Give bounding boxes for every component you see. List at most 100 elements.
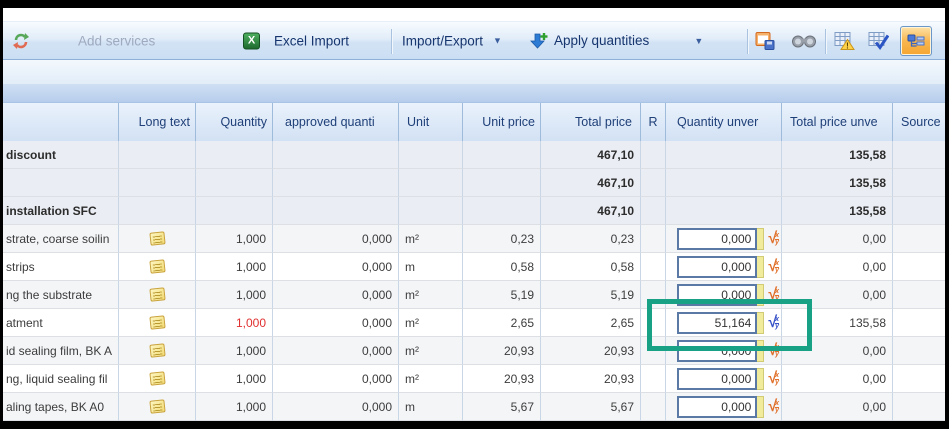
excel-icon: X bbox=[243, 32, 260, 49]
cell-approved-quantity: 0,000 bbox=[273, 253, 399, 281]
apply-quantities-icon bbox=[530, 32, 548, 50]
quantity-unverified-input[interactable]: 0,000 bbox=[677, 368, 757, 390]
apply-quantities-button[interactable]: Apply quantities ▼ bbox=[530, 32, 703, 50]
add-services-button[interactable]: Add services bbox=[78, 33, 155, 48]
apply-quantities-label: Apply quantities bbox=[554, 33, 649, 48]
long-text-note-icon[interactable] bbox=[149, 231, 165, 245]
cell-approved-quantity bbox=[273, 141, 399, 169]
long-text-note-icon[interactable] bbox=[149, 371, 165, 385]
column-header-total-price-unverified[interactable]: Total price unve bbox=[782, 103, 893, 141]
toolbar-separator bbox=[391, 29, 392, 54]
cell-long-text bbox=[119, 393, 196, 421]
cell-approved-quantity bbox=[273, 169, 399, 197]
column-header-total-price[interactable]: Total price bbox=[541, 103, 641, 141]
input-marker-strip bbox=[757, 368, 764, 390]
column-header-source[interactable]: Source bbox=[893, 103, 945, 141]
cell-source bbox=[893, 393, 945, 421]
cell-description: atment bbox=[3, 309, 119, 337]
formula-icon[interactable]: √xy bbox=[768, 372, 779, 386]
cell-total-price-unverified: 0,00 bbox=[782, 225, 893, 253]
cell-long-text bbox=[119, 197, 196, 225]
cell-long-text bbox=[119, 253, 196, 281]
refresh-button[interactable] bbox=[12, 32, 30, 50]
cell-source bbox=[893, 197, 945, 225]
cell-total-price: 467,10 bbox=[541, 141, 641, 169]
excel-import-button[interactable]: X Excel Import bbox=[243, 32, 349, 49]
input-marker-strip bbox=[757, 396, 764, 418]
cell-description: discount bbox=[3, 141, 119, 169]
group-header-band bbox=[3, 84, 945, 103]
formula-icon[interactable]: √xy bbox=[768, 260, 779, 274]
input-marker-strip bbox=[757, 228, 764, 250]
cell-quantity-unverified: √xy bbox=[666, 197, 782, 225]
cell-total-price-unverified: 0,00 bbox=[782, 365, 893, 393]
long-text-note-icon[interactable] bbox=[149, 287, 165, 301]
column-header-description[interactable] bbox=[3, 103, 119, 141]
refresh-icon bbox=[12, 32, 30, 50]
import-export-menu[interactable]: Import/Export ▼ bbox=[402, 33, 502, 48]
column-header-quantity[interactable]: Quantity bbox=[196, 103, 273, 141]
cell-unit-price bbox=[463, 197, 541, 225]
cell-unit: m² bbox=[399, 309, 463, 337]
column-header-long-text[interactable]: Long text bbox=[119, 103, 196, 141]
cell-total-price-unverified: 135,58 bbox=[782, 169, 893, 197]
import-export-label: Import/Export bbox=[402, 33, 483, 48]
quantity-unverified-input[interactable]: 0,000 bbox=[677, 228, 757, 250]
column-header-r[interactable]: R bbox=[641, 103, 666, 141]
quantity-unverified-group: 0,000 √xy bbox=[666, 368, 781, 390]
long-text-note-icon[interactable] bbox=[149, 399, 165, 413]
cell-quantity: 1,000 bbox=[196, 253, 273, 281]
cell-source bbox=[893, 365, 945, 393]
search-button[interactable] bbox=[792, 33, 816, 48]
app-window: { "toolbar": { "add_services": "Add serv… bbox=[0, 0, 949, 429]
cell-approved-quantity: 0,000 bbox=[273, 281, 399, 309]
window-top-strip bbox=[3, 8, 945, 21]
cell-source bbox=[893, 169, 945, 197]
long-text-note-icon[interactable] bbox=[149, 343, 165, 357]
chevron-down-icon: ▼ bbox=[694, 36, 703, 46]
cell-r bbox=[641, 225, 666, 253]
cell-description: strips bbox=[3, 253, 119, 281]
cell-unit-price: 5,67 bbox=[463, 393, 541, 421]
cell-quantity-unverified: 0,000 √xy bbox=[666, 225, 782, 253]
table-header-row: Long text Quantity approved quanti Unit … bbox=[3, 103, 945, 141]
window-save-button[interactable] bbox=[755, 31, 776, 50]
long-text-note-icon[interactable] bbox=[149, 315, 165, 329]
table-row: strate, coarse soilin 1,000 0,000 m² 0,2… bbox=[3, 225, 945, 253]
column-header-quantity-unverified[interactable]: Quantity unver bbox=[666, 103, 782, 141]
quantity-unverified-group: 0,000 √xy bbox=[666, 228, 781, 250]
cell-unit-price: 0,23 bbox=[463, 225, 541, 253]
column-header-unit[interactable]: Unit bbox=[399, 103, 463, 141]
cell-quantity: 1,000 bbox=[196, 309, 273, 337]
cell-approved-quantity: 0,000 bbox=[273, 393, 399, 421]
cell-unit-price bbox=[463, 169, 541, 197]
column-header-unit-price[interactable]: Unit price bbox=[463, 103, 541, 141]
quantity-unverified-input[interactable]: 0,000 bbox=[677, 396, 757, 418]
cell-description: installation SFC bbox=[3, 197, 119, 225]
column-header-approved-quantity[interactable]: approved quanti bbox=[273, 103, 399, 141]
formula-icon[interactable]: √xy bbox=[768, 232, 779, 246]
cell-unit-price: 20,93 bbox=[463, 365, 541, 393]
cell-description: strate, coarse soilin bbox=[3, 225, 119, 253]
grid-check-icon bbox=[868, 31, 889, 50]
grid-check-button[interactable] bbox=[868, 31, 889, 50]
cell-total-price-unverified: 135,58 bbox=[782, 197, 893, 225]
quantity-unverified-group: 0,000 √xy bbox=[666, 256, 781, 278]
formula-icon[interactable]: √xy bbox=[768, 400, 779, 414]
cell-total-price: 467,10 bbox=[541, 169, 641, 197]
cell-total-price-unverified: 0,00 bbox=[782, 253, 893, 281]
table-row: 467,10 √xy 135,58 bbox=[3, 169, 945, 197]
cell-approved-quantity: 0,000 bbox=[273, 309, 399, 337]
cell-r bbox=[641, 393, 666, 421]
quantity-unverified-input[interactable]: 0,000 bbox=[677, 256, 757, 278]
cell-long-text bbox=[119, 225, 196, 253]
cell-quantity: 1,000 bbox=[196, 365, 273, 393]
cell-long-text bbox=[119, 141, 196, 169]
cell-unit: m² bbox=[399, 365, 463, 393]
cell-r bbox=[641, 197, 666, 225]
grid-warning-button[interactable]: ! bbox=[834, 31, 855, 50]
cell-total-price: 0,58 bbox=[541, 253, 641, 281]
highlight-annotation bbox=[647, 299, 812, 351]
structure-view-toggle[interactable] bbox=[900, 26, 932, 56]
long-text-note-icon[interactable] bbox=[149, 259, 165, 273]
